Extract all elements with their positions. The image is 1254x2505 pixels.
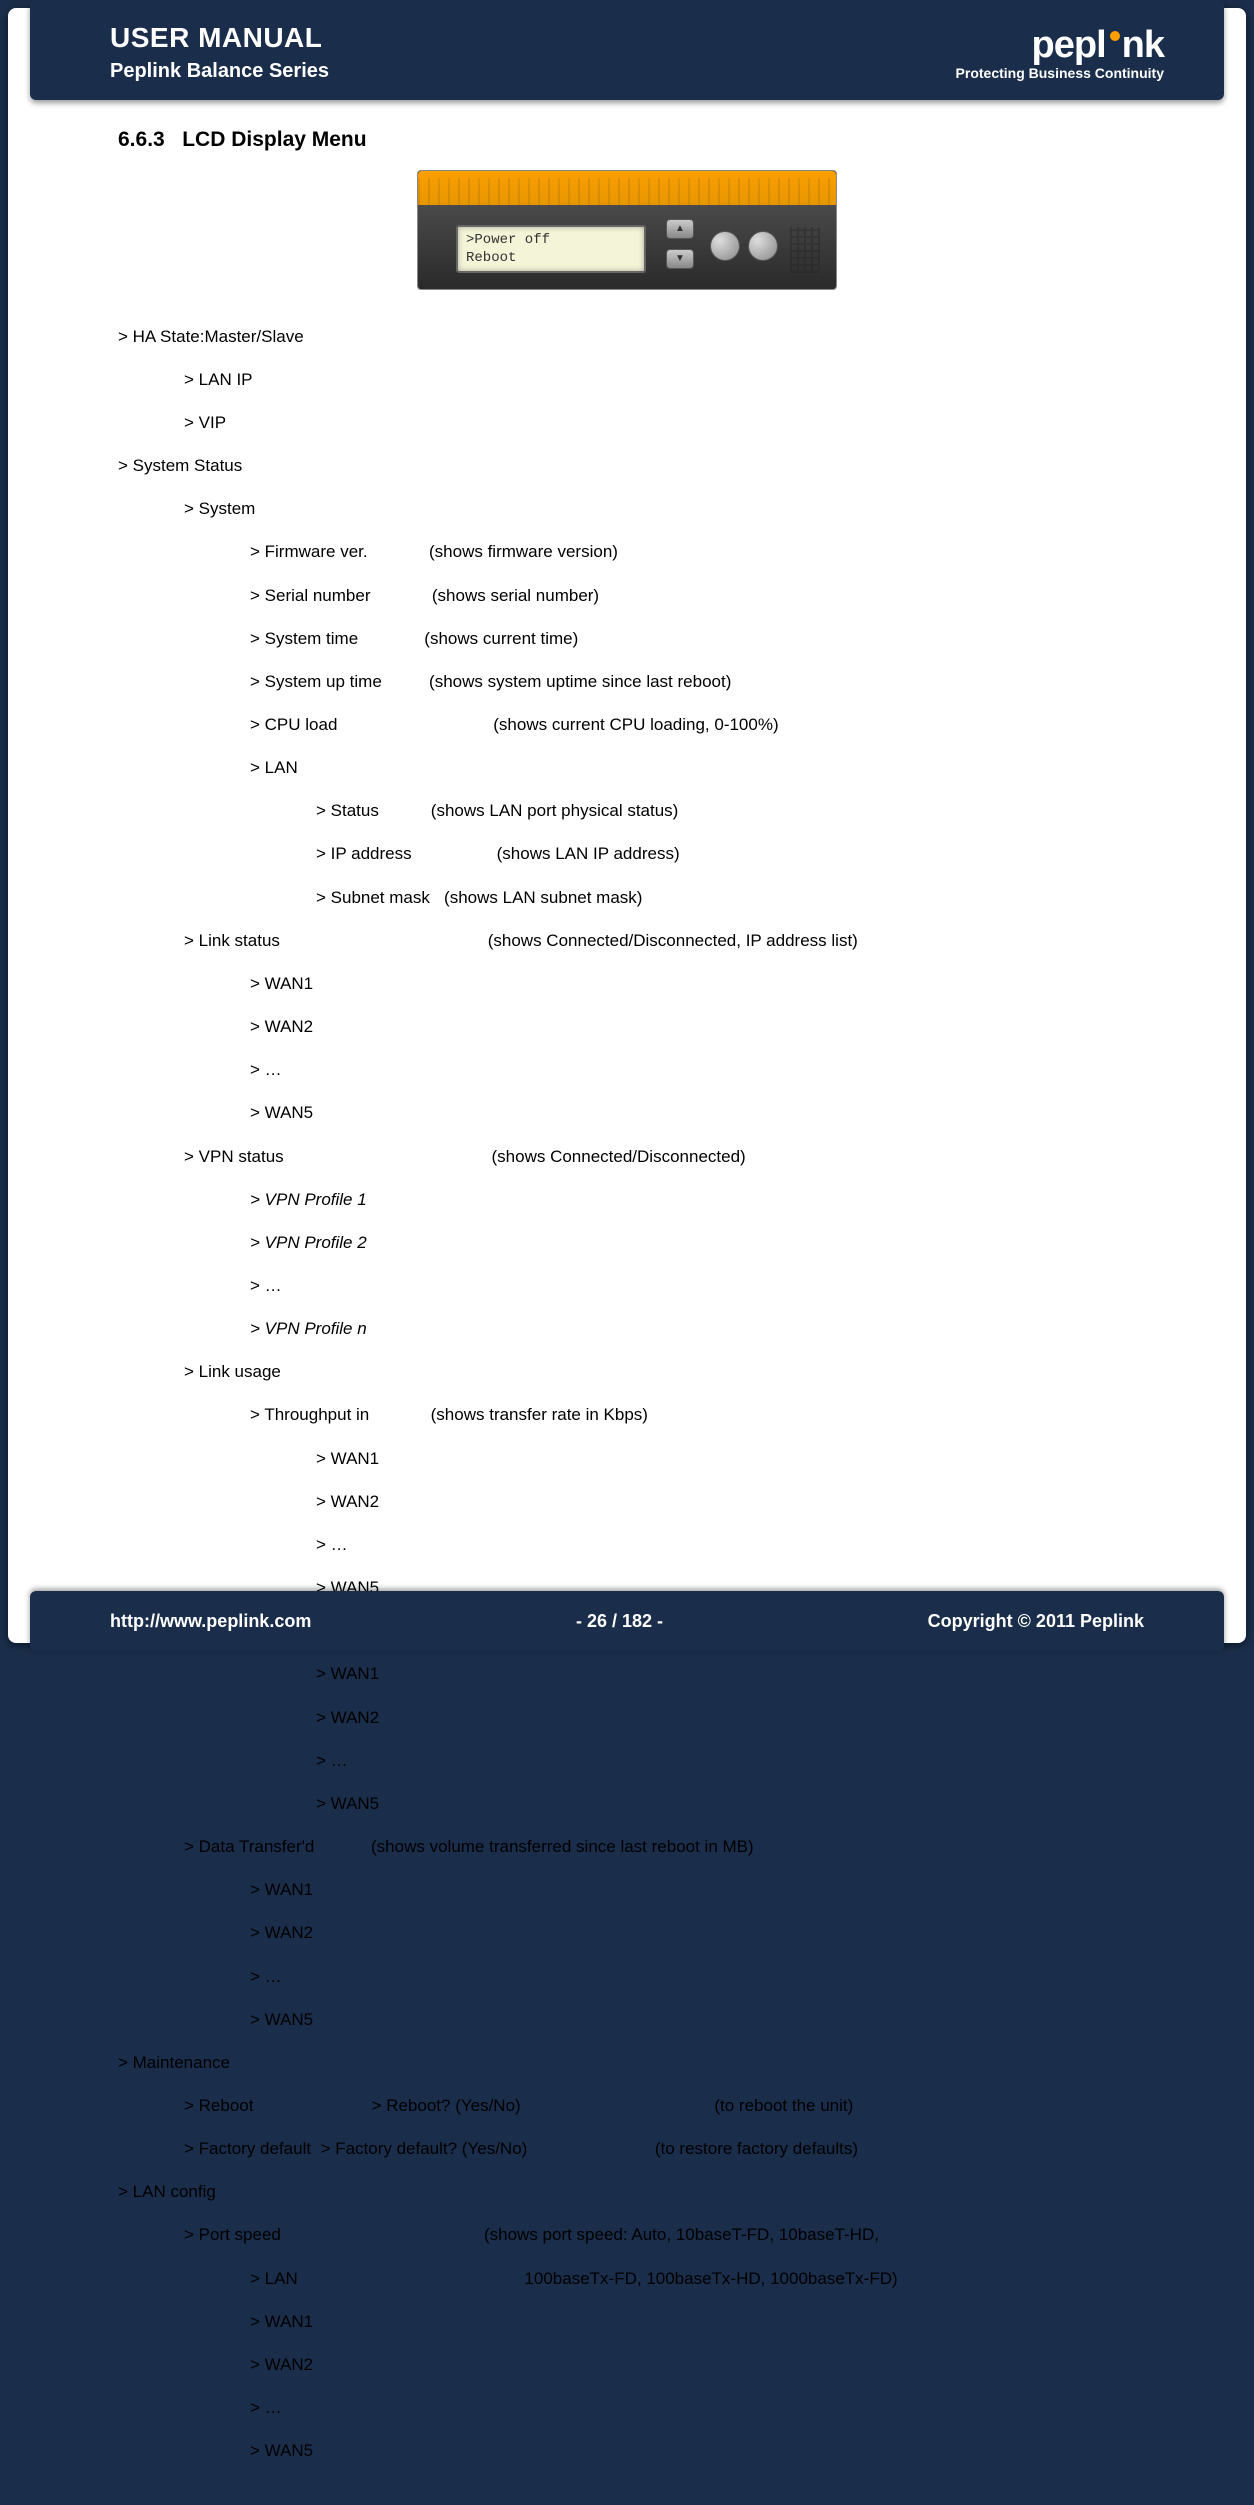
menu-maintenance: > Maintenance	[118, 2052, 1136, 2074]
brand-logo: peplnk	[1032, 24, 1164, 67]
header-left: USER MANUAL Peplink Balance Series	[110, 22, 329, 83]
menu-reboot: > Reboot > Reboot? (Yes/No) (to reboot t…	[118, 2095, 1136, 2117]
menu-subnet: > Subnet mask (shows LAN subnet mask)	[118, 887, 1136, 909]
menu-lanip: > LAN IP	[118, 369, 1136, 391]
menu-firmware: > Firmware ver. (shows firmware version)	[118, 541, 1136, 563]
menu-wan5c: > WAN5	[118, 1793, 1136, 1815]
menu-wan2e: > WAN2	[118, 2354, 1136, 2376]
device-illustration: >Power off Reboot ▲ ▼	[417, 170, 837, 290]
footer-url: http://www.peplink.com	[110, 1611, 311, 1632]
lcd-line-1: >Power off	[466, 231, 636, 249]
page: USER MANUAL Peplink Balance Series pepln…	[8, 8, 1246, 1643]
logo-suffix: nk	[1122, 24, 1164, 67]
page-footer: http://www.peplink.com - 26 / 182 - Copy…	[30, 1591, 1224, 1651]
menu-wan1d: > WAN1	[118, 1879, 1136, 1901]
menu-status: > Status (shows LAN port physical status…	[118, 800, 1136, 822]
menu-factory: > Factory default > Factory default? (Ye…	[118, 2138, 1136, 2160]
menu-wan5e: > WAN5	[118, 2440, 1136, 2462]
menu-vpnn: > VPN Profile n	[118, 1318, 1136, 1340]
menu-lan2: > LAN 100baseTx-FD, 100baseTx-HD, 1000ba…	[118, 2268, 1136, 2290]
round-button-2-icon	[748, 231, 778, 261]
menu-vpnstatus: > VPN status (shows Connected/Disconnect…	[118, 1146, 1136, 1168]
menu-datatrans: > Data Transfer'd (shows volume transfer…	[118, 1836, 1136, 1858]
lcd-screen: >Power off Reboot	[456, 225, 646, 273]
menu-linkstatus: > Link status (shows Connected/Disconnec…	[118, 930, 1136, 952]
manual-title: USER MANUAL	[110, 22, 329, 54]
section-title: LCD Display Menu	[182, 128, 366, 151]
menu-vpn1: > VPN Profile 1	[118, 1189, 1136, 1211]
menu-wan5d: > WAN5	[118, 2009, 1136, 2031]
menu-dotsb: > …	[118, 1534, 1136, 1556]
manual-subtitle: Peplink Balance Series	[110, 60, 329, 83]
up-button-icon: ▲	[666, 219, 694, 239]
menu-wan2d: > WAN2	[118, 1922, 1136, 1944]
menu-vip: > VIP	[118, 412, 1136, 434]
menu-dotse: > …	[118, 2397, 1136, 2419]
menu-dotsa: > …	[118, 1059, 1136, 1081]
menu-wan5a: > WAN5	[118, 1102, 1136, 1124]
menu-cpu: > CPU load (shows current CPU loading, 0…	[118, 714, 1136, 736]
menu-wan2a: > WAN2	[118, 1016, 1136, 1038]
brand-tagline: Protecting Business Continuity	[956, 65, 1164, 81]
menu-ha: > HA State:Master/Slave	[118, 326, 1136, 348]
footer-page-number: - 26 / 182 -	[576, 1611, 663, 1632]
section-heading: 6.6.3 LCD Display Menu	[118, 128, 1136, 152]
menu-thin: > Throughput in (shows transfer rate in …	[118, 1404, 1136, 1426]
header-right: peplnk Protecting Business Continuity	[956, 24, 1164, 81]
logo-dot-icon	[1110, 31, 1120, 41]
menu-dotsv: > …	[118, 1275, 1136, 1297]
menu-serial: > Serial number (shows serial number)	[118, 585, 1136, 607]
menu-sysup: > System up time (shows system uptime si…	[118, 671, 1136, 693]
vent-dots-icon	[790, 227, 820, 273]
logo-prefix: pepl	[1032, 24, 1106, 67]
menu-wan1a: > WAN1	[118, 973, 1136, 995]
menu-wan1c: > WAN1	[118, 1663, 1136, 1685]
menu-lanconfig: > LAN config	[118, 2181, 1136, 2203]
down-button-icon: ▼	[666, 249, 694, 269]
page-header: USER MANUAL Peplink Balance Series pepln…	[30, 0, 1224, 100]
menu-linkusage: > Link usage	[118, 1361, 1136, 1383]
menu-wan2c: > WAN2	[118, 1707, 1136, 1729]
menu-dotsd: > …	[118, 1966, 1136, 1988]
menu-wan2b: > WAN2	[118, 1491, 1136, 1513]
menu-tree: > HA State:Master/Slave > LAN IP > VIP >…	[118, 304, 1136, 2505]
menu-wan1b: > WAN1	[118, 1448, 1136, 1470]
menu-system: > System	[118, 498, 1136, 520]
menu-dotsc: > …	[118, 1750, 1136, 1772]
menu-sysstatus: > System Status	[118, 455, 1136, 477]
menu-vpn2: > VPN Profile 2	[118, 1232, 1136, 1254]
device-top-panel	[418, 171, 836, 207]
menu-portspeed: > Port speed (shows port speed: Auto, 10…	[118, 2224, 1136, 2246]
menu-wan1e: > WAN1	[118, 2311, 1136, 2333]
content: 6.6.3 LCD Display Menu >Power off Reboot…	[118, 128, 1136, 1523]
menu-lan: > LAN	[118, 757, 1136, 779]
section-number: 6.6.3	[118, 128, 165, 151]
menu-ipaddr: > IP address (shows LAN IP address)	[118, 843, 1136, 865]
menu-systime: > System time (shows current time)	[118, 628, 1136, 650]
footer-copyright: Copyright © 2011 Peplink	[928, 1611, 1144, 1632]
lcd-line-2: Reboot	[466, 249, 636, 267]
round-button-1-icon	[710, 231, 740, 261]
